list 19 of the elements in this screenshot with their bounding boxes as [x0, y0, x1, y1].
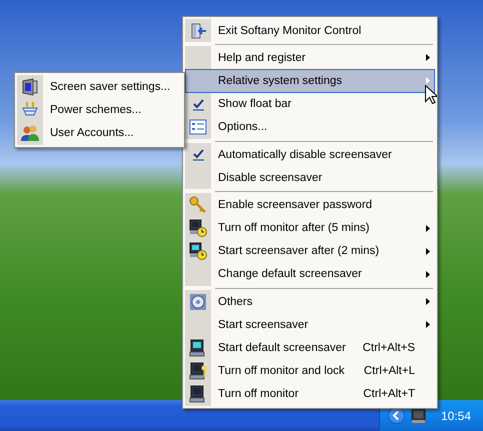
- menu-item[interactable]: Screen saver settings...: [17, 75, 182, 98]
- menu-item[interactable]: User Accounts...: [17, 121, 182, 145]
- menu-item[interactable]: Automatically disable screensaver: [185, 142, 435, 166]
- menu-item[interactable]: Start screensaver: [185, 313, 435, 336]
- menu-item[interactable]: Start screensaver after (2 mins): [185, 240, 435, 263]
- menu-item[interactable]: Others: [185, 290, 435, 314]
- menu-item[interactable]: Turn off monitor after (5 mins): [185, 216, 435, 240]
- menu-item[interactable]: Turn off monitor Ctrl+Alt+T: [185, 382, 435, 406]
- menu-item[interactable]: Turn off monitor and lock Ctrl+Alt+L: [185, 360, 435, 383]
- menu-item[interactable]: Options...: [185, 116, 435, 139]
- menu-item[interactable]: Change default screensaver: [185, 262, 435, 286]
- menu-item[interactable]: Disable screensaver: [185, 166, 435, 190]
- menu-item[interactable]: Relative system settings: [185, 69, 435, 93]
- clock: 10:54: [440, 408, 471, 422]
- menu-item[interactable]: Exit Softany Monitor Control: [185, 19, 435, 42]
- menu-item[interactable]: Power schemes...: [17, 98, 182, 122]
- menu-item[interactable]: Start default screensaver Ctrl+Alt+S: [185, 336, 435, 360]
- menu-item[interactable]: Enable screensaver password: [185, 193, 435, 216]
- menu-item[interactable]: Help and register: [185, 46, 435, 70]
